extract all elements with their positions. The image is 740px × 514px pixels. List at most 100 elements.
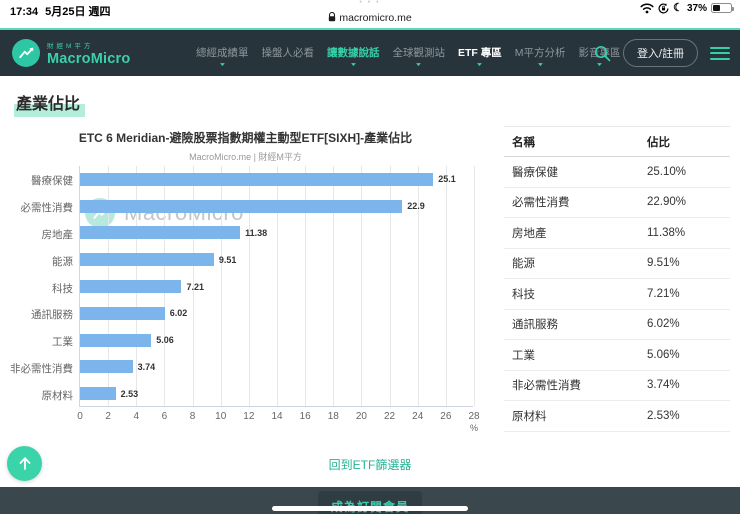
chart-bar[interactable] xyxy=(80,333,152,347)
chevron-down-icon: ▼ xyxy=(475,61,484,68)
home-indicator[interactable] xyxy=(272,506,468,511)
chevron-down-icon: ▼ xyxy=(349,61,358,68)
nav-item[interactable]: 總經成績單 ▼ xyxy=(196,39,249,68)
table-row: 非必需性消費 3.74% xyxy=(504,371,730,401)
table-cell-pct: 2.53% xyxy=(647,409,680,422)
table-cell-name: 工業 xyxy=(512,349,535,362)
main-nav: 財經M平方 MacroMicro 總經成績單▼操盤人必看▼讓數據說話▼全球觀測站… xyxy=(0,28,740,76)
chart-bar[interactable] xyxy=(80,306,165,320)
chart-bar[interactable] xyxy=(80,387,116,401)
brand-logo[interactable]: 財經M平方 MacroMicro xyxy=(12,39,130,67)
nav-item[interactable]: ETF 專區 ▼ xyxy=(458,39,502,68)
nav-items: 總經成績單▼操盤人必看▼讓數據說話▼全球觀測站▼ETF 專區▼M平方分析▼影音專… xyxy=(196,30,621,76)
table-cell-name: 必需性消費 xyxy=(512,197,570,210)
brand-text: 財經M平方 MacroMicro xyxy=(47,40,130,67)
status-bar: 17:34 5月25日 週四 • • • macromicro.me ☾ 37% xyxy=(0,0,740,28)
wifi-icon xyxy=(640,3,654,13)
macromicro-logo-icon xyxy=(12,39,40,67)
table-cell-pct: 11.38% xyxy=(647,226,686,239)
nav-item-label: 操盤人必看 xyxy=(261,46,315,59)
brand-name: MacroMicro xyxy=(47,50,131,67)
nav-item[interactable]: 讓數據說話 ▼ xyxy=(327,39,380,68)
x-tick-label: 16 xyxy=(299,411,311,422)
tab-dots: • • • xyxy=(359,0,381,6)
chart-bar[interactable] xyxy=(80,199,403,213)
chart-subtitle: MacroMicro.me | 財經M平方 xyxy=(189,152,302,162)
status-icons: ☾ 37% xyxy=(640,2,734,14)
table-header-row: 名稱 佔比 xyxy=(504,126,730,157)
table-row: 工業 5.06% xyxy=(504,340,730,371)
chart-bar[interactable] xyxy=(80,280,182,293)
x-tick-label: 22 xyxy=(384,411,396,422)
orientation-lock-icon xyxy=(658,2,669,13)
battery-icon xyxy=(711,3,734,13)
table-cell-name: 非必需性消費 xyxy=(512,380,581,393)
chart-bar[interactable] xyxy=(80,226,241,240)
lock-icon xyxy=(329,11,336,22)
nav-right: 登入/註冊 xyxy=(594,30,730,76)
table-row: 科技 7.21% xyxy=(504,279,730,310)
x-tick-label: 28 xyxy=(468,411,480,422)
x-tick-label: 24 xyxy=(412,411,424,422)
table-header-pct: 佔比 xyxy=(647,136,670,149)
address-bar[interactable]: macromicro.me xyxy=(0,11,740,24)
back-to-etf-screener-link[interactable]: 回到ETF篩選器 xyxy=(0,456,740,473)
sector-chart: ETC 6 Meridian-避險股票指數期權主動型ETF[SIXH]-產業佔比… xyxy=(10,126,481,438)
screen: 17:34 5月25日 週四 • • • macromicro.me ☾ 37% … xyxy=(0,0,740,514)
table-cell-name: 通訊服務 xyxy=(512,319,558,332)
nav-item-label: 全球觀測站 xyxy=(392,46,446,59)
battery-percent: 37% xyxy=(686,2,707,14)
category-label: 工業 xyxy=(52,336,73,349)
category-label: 必需性消費 xyxy=(20,202,74,215)
moon-icon: ☾ xyxy=(673,2,683,14)
axis-unit-label: % xyxy=(469,423,479,433)
x-tick-label: 12 xyxy=(243,411,255,422)
search-icon[interactable] xyxy=(594,45,611,62)
bar-value-label: 3.74 xyxy=(137,361,156,372)
table-row: 原材料 2.53% xyxy=(504,401,730,432)
bar-value-label: 7.21 xyxy=(186,281,204,292)
x-tick-label: 20 xyxy=(355,411,367,422)
page-title: 產業佔比 xyxy=(14,90,86,117)
x-tick-label: 14 xyxy=(271,411,283,422)
nav-item-label: M平方分析 xyxy=(514,46,566,59)
table-cell-pct: 7.21% xyxy=(647,287,680,300)
chevron-down-icon: ▼ xyxy=(218,61,227,68)
chart-bar[interactable] xyxy=(80,253,214,267)
chart-bar[interactable] xyxy=(80,360,133,374)
category-label: 原材料 xyxy=(41,389,74,402)
x-tick-label: 0 xyxy=(77,411,83,422)
x-tick-label: 18 xyxy=(327,411,339,422)
table-cell-name: 醫療保健 xyxy=(512,166,558,179)
x-tick-label: 10 xyxy=(215,411,227,422)
table-cell-pct: 5.06% xyxy=(647,348,680,361)
table-cell-pct: 3.74% xyxy=(647,379,680,392)
chevron-down-icon: ▼ xyxy=(414,61,423,68)
table-cell-name: 科技 xyxy=(512,288,535,301)
table-header-name: 名稱 xyxy=(512,136,535,149)
nav-item[interactable]: M平方分析 ▼ xyxy=(515,39,566,68)
category-label: 能源 xyxy=(52,255,73,268)
bar-value-label: 9.51 xyxy=(218,254,237,265)
table-cell-name: 原材料 xyxy=(512,410,547,423)
login-button[interactable]: 登入/註冊 xyxy=(622,39,698,67)
category-label: 醫療保健 xyxy=(31,175,73,188)
scroll-to-top-button[interactable] xyxy=(7,446,42,481)
arrow-up-icon xyxy=(19,457,30,470)
x-tick-label: 4 xyxy=(133,411,140,422)
nav-item[interactable]: 操盤人必看▼ xyxy=(262,39,315,68)
table-cell-pct: 25.10% xyxy=(647,165,687,178)
table-row: 房地產 11.38% xyxy=(504,218,730,249)
table-row: 通訊服務 6.02% xyxy=(504,310,730,340)
chart-bar[interactable] xyxy=(80,172,434,186)
nav-item[interactable]: 全球觀測站 ▼ xyxy=(393,39,446,68)
category-label: 通訊服務 xyxy=(31,309,73,322)
bar-value-label: 22.9 xyxy=(407,201,425,212)
chevron-down-icon: ▼ xyxy=(536,61,545,68)
gridline xyxy=(445,166,447,406)
menu-icon[interactable] xyxy=(710,46,730,60)
table-body: 醫療保健 25.10% 必需性消費 22.90% 房地產 11.38% 能源 9.51% 科技 7… xyxy=(504,157,730,432)
table-cell-pct: 22.90% xyxy=(647,196,687,209)
nav-item-label: 讓數據說話 xyxy=(327,46,380,59)
bar-value-label: 25.1 xyxy=(438,174,456,185)
